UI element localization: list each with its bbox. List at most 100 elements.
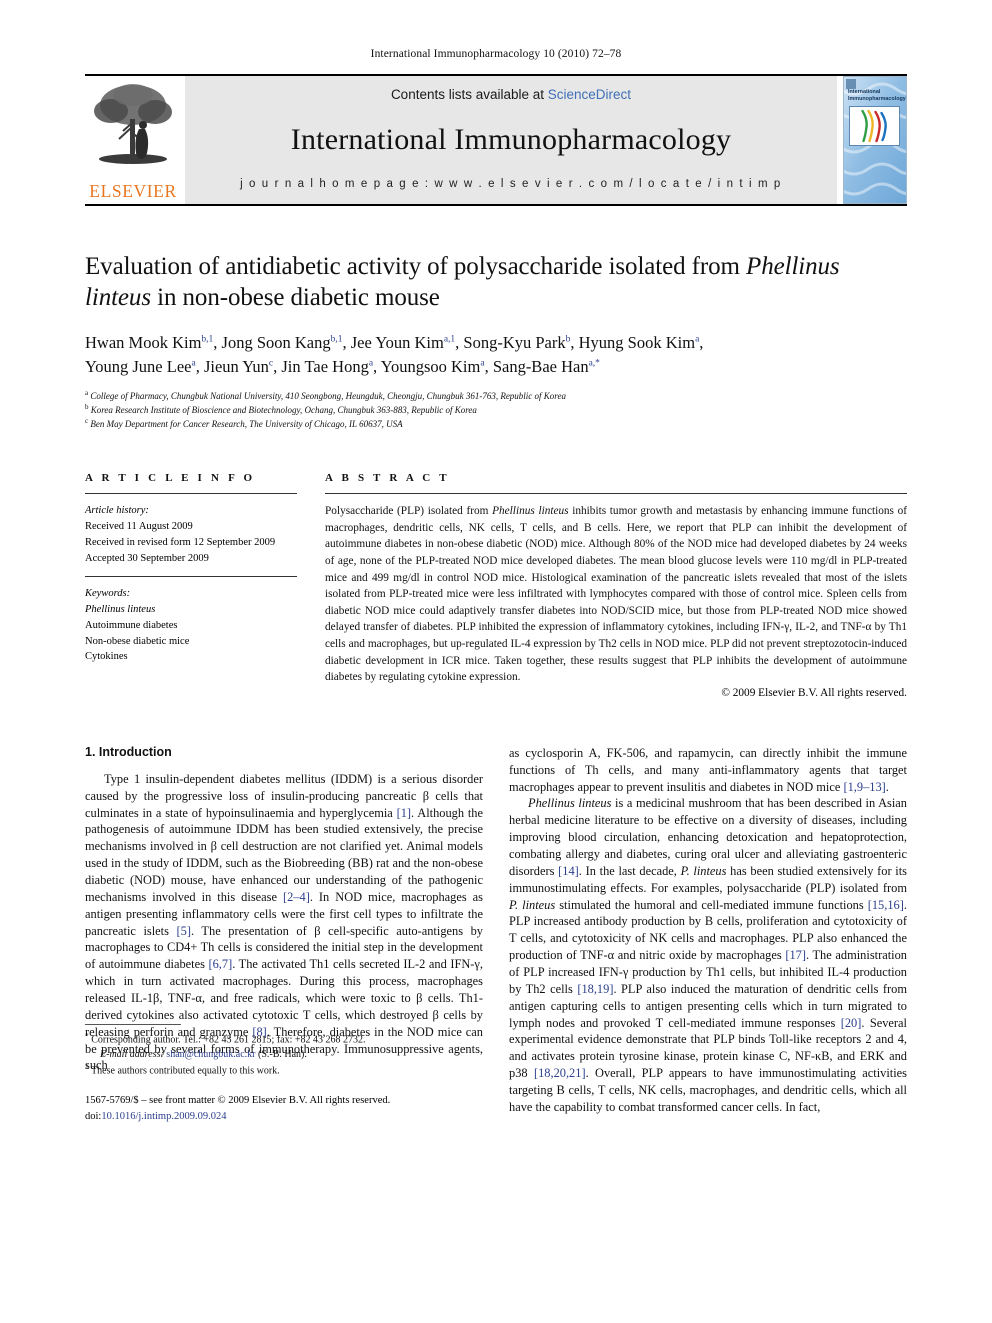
footnote-divider xyxy=(85,1024,181,1026)
article-info-label: A R T I C L E I N F O xyxy=(85,472,256,485)
author-affil-mark: c xyxy=(268,358,274,369)
article-title-part1: Evaluation of antidiabetic activity of p… xyxy=(85,253,747,280)
email-label: E-mail address: xyxy=(100,1048,164,1060)
keyword-item: Phellinus linteus xyxy=(85,604,156,616)
footnote-corresponding-author: * Corresponding author. Tel.: +82 43 261… xyxy=(85,1031,483,1048)
history-label: Article history: xyxy=(85,505,149,517)
doi-link[interactable]: 10.1016/j.intimp.2009.09.024 xyxy=(101,1111,226,1122)
doi-line: doi:10.1016/j.intimp.2009.09.024 xyxy=(85,1109,483,1124)
keyword-item: Non-obese diabetic mice xyxy=(85,635,190,647)
author-name: Song-Kyu Park xyxy=(463,332,566,352)
journal-cover-thumbnail: International Immunopharmacology xyxy=(843,76,907,204)
species-name: P. linteus xyxy=(680,863,727,878)
citation-ref[interactable]: [6,7] xyxy=(208,957,232,971)
journal-title: International Immunopharmacology xyxy=(290,123,732,156)
section-heading-introduction: 1. Introduction xyxy=(85,744,172,759)
contents-prefix: Contents lists available at xyxy=(390,87,548,102)
abstract-species: Phellinus linteus xyxy=(492,505,569,518)
history-item: Accepted 30 September 2009 xyxy=(85,552,209,564)
citation-ref[interactable]: [15,16] xyxy=(868,898,904,912)
affiliation-text: Ben May Department for Cancer Research, … xyxy=(90,418,403,429)
abstract-label: A B S T R A C T xyxy=(325,472,450,485)
species-name: Phellinus linteus xyxy=(528,796,612,811)
citation-ref[interactable]: [18,20,21] xyxy=(534,1066,586,1080)
email-link[interactable]: shan@chungbuk.ac.kr xyxy=(166,1049,255,1060)
author-name: Youngsoo Kim xyxy=(380,357,481,377)
paper-page: International Immunopharmacology 10 (201… xyxy=(0,0,992,1323)
abstract-column: A B S T R A C T Polysaccharide (PLP) iso… xyxy=(325,472,907,699)
affiliation-item: c Ben May Department for Cancer Research… xyxy=(85,417,907,431)
keyword-item: Autoimmune diabetes xyxy=(85,619,178,631)
journal-masthead: ELSEVIER Contents lists available at Sci… xyxy=(85,74,907,206)
paragraph-text: . xyxy=(885,779,889,794)
cover-figure xyxy=(849,105,900,146)
sciencedirect-link[interactable]: ScienceDirect xyxy=(548,87,631,102)
citation-ref[interactable]: [17] xyxy=(785,948,806,962)
affiliation-mark: c xyxy=(85,416,89,425)
history-item: Received in revised form 12 September 20… xyxy=(85,536,276,548)
footnote-block: * Corresponding author. Tel.: +82 43 261… xyxy=(85,1024,483,1124)
article-title-part2: in non-obese diabetic mouse xyxy=(150,284,440,312)
citation-ref[interactable]: [20] xyxy=(841,1016,862,1030)
doi-label: doi: xyxy=(85,1110,102,1122)
imprint-block: 1567-5769/$ – see front matter © 2009 El… xyxy=(85,1093,483,1123)
author-affil-mark: a xyxy=(480,358,485,369)
affiliation-mark: a xyxy=(85,389,89,397)
elsevier-tree-icon xyxy=(94,84,172,164)
author-affil-mark: b,1 xyxy=(330,334,343,344)
author-name: Hyung Sook Kim xyxy=(578,332,696,352)
citation-ref[interactable]: [5] xyxy=(177,924,191,938)
paragraph-text: . In the last decade, xyxy=(578,863,681,878)
abstract-text-b: inhibits tumor growth and metastasis by … xyxy=(325,505,907,684)
body-columns: 1. Introduction Type 1 insulin-dependent… xyxy=(85,744,907,1122)
keyword-item: Cytokines xyxy=(85,651,128,663)
author-affil-mark: a xyxy=(695,334,700,344)
author-name: Jong Soon Kang xyxy=(221,332,331,352)
history-item: Received 11 August 2009 xyxy=(85,521,193,533)
author-name: Hwan Mook Kim xyxy=(85,332,202,352)
journal-homepage[interactable]: j o u r n a l h o m e p a g e : w w w . … xyxy=(240,178,782,190)
author-affil-mark: b,1 xyxy=(201,334,214,344)
affiliation-text: Korea Research Institute of Bioscience a… xyxy=(90,404,477,415)
species-name: P. linteus xyxy=(509,897,556,912)
footnote-email: E-mail address: shan@chungbuk.ac.kr (S.-… xyxy=(85,1048,483,1062)
body-column-left: 1. Introduction Type 1 insulin-dependent… xyxy=(85,744,483,1122)
citation-ref[interactable]: [1] xyxy=(397,806,411,820)
author-affil-mark: a,* xyxy=(588,358,600,369)
footnote-equal-contribution: 1 These authors contributed equally to t… xyxy=(85,1062,483,1079)
footnote-text: These authors contributed equally to thi… xyxy=(91,1065,280,1077)
footnote-text: Corresponding author. Tel.: +82 43 261 2… xyxy=(91,1034,366,1046)
body-column-right: as cyclosporin A, FK-506, and rapamycin,… xyxy=(509,745,907,1116)
author-affil-mark: b xyxy=(565,334,571,344)
divider xyxy=(85,493,297,495)
citation-ref[interactable]: [18,19] xyxy=(577,982,613,996)
protein-structure-icon xyxy=(861,109,887,142)
keywords-label: Keywords: xyxy=(85,588,131,600)
article-info-column: A R T I C L E I N F O Article history: R… xyxy=(85,472,297,699)
elsevier-wordmark: ELSEVIER xyxy=(89,180,177,201)
citation-ref[interactable]: [1,9–13] xyxy=(843,780,885,794)
author-list: Hwan Mook Kimb,1, Jong Soon Kangb,1, Jee… xyxy=(85,332,704,377)
author-name: Sang-Bae Han xyxy=(492,357,589,377)
affiliation-text: College of Pharmacy, Chungbuk National U… xyxy=(90,391,566,401)
info-abstract-block: A R T I C L E I N F O Article history: R… xyxy=(85,472,907,699)
abstract-text: Polysaccharide (PLP) isolated from Phell… xyxy=(325,503,907,686)
contents-available-line: Contents lists available at ScienceDirec… xyxy=(391,87,631,102)
running-head: International Immunopharmacology 10 (201… xyxy=(370,48,622,60)
citation-ref[interactable]: [14] xyxy=(558,864,579,878)
citation-ref[interactable]: [2–4] xyxy=(283,890,310,904)
email-owner: (S.-B. Han). xyxy=(257,1048,307,1060)
author-name: Jee Youn Kim xyxy=(350,332,444,352)
cover-title-line2: Immunopharmacology xyxy=(848,95,906,102)
asterisk-icon: * xyxy=(85,1031,89,1041)
abstract-copyright: © 2009 Elsevier B.V. All rights reserved… xyxy=(721,686,907,699)
author-affil-mark: a xyxy=(191,358,196,369)
cover-title-line1: International xyxy=(848,89,881,95)
author-affil-mark: a xyxy=(368,358,374,369)
author-affil-mark: a,1 xyxy=(443,334,456,344)
masthead-panel: Contents lists available at ScienceDirec… xyxy=(185,76,837,204)
affiliation-list: a College of Pharmacy, Chungbuk National… xyxy=(85,389,907,430)
author-name: Jin Tae Hong xyxy=(281,357,369,377)
author-name: Young June Lee xyxy=(85,357,192,377)
body-paragraph: Phellinus linteus is a medicinal mushroo… xyxy=(509,795,907,1115)
